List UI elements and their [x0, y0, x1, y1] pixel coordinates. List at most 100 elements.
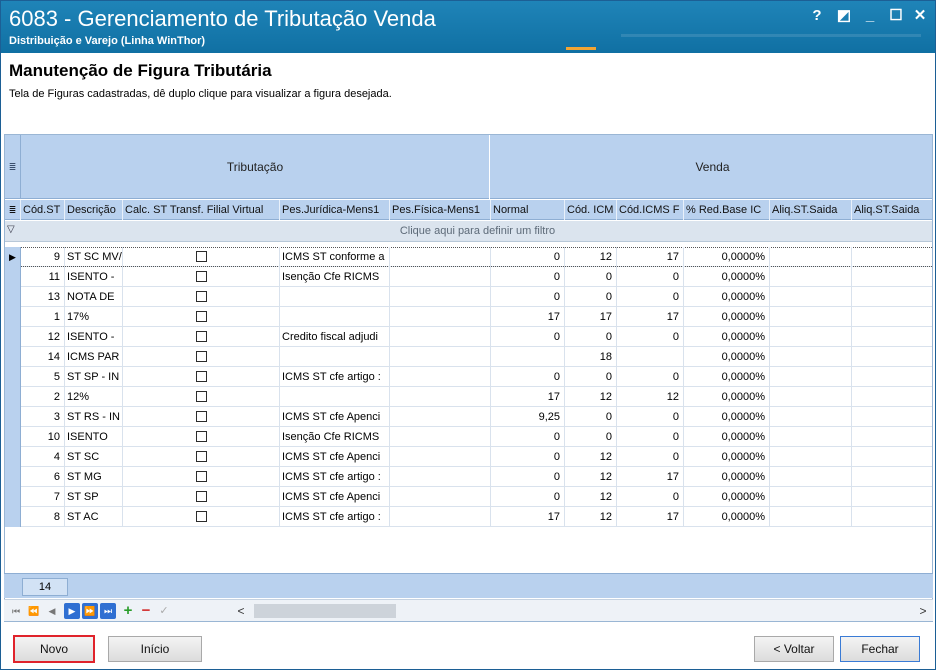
cell-pes-fisica[interactable] — [390, 347, 491, 367]
cell-red-base[interactable]: 0,0000% — [684, 467, 770, 487]
table-row[interactable]: 5 ST SP - IN ICMS ST cfe artigo : 0 0 0 … — [5, 367, 932, 387]
cell-normal[interactable]: 0 — [491, 287, 565, 307]
delete-record-icon[interactable]: − — [138, 603, 154, 619]
previous-page-icon[interactable]: ⏪ — [26, 603, 42, 619]
column-header-pes-juridica[interactable]: Pes.Jurídica-Mens1 — [280, 200, 390, 220]
last-record-icon[interactable]: ⏭ — [100, 603, 116, 619]
cell-cod-icm[interactable]: 12 — [565, 387, 617, 407]
cell-cod-st[interactable]: 5 — [21, 367, 65, 387]
cell-aliq-st-saida-2[interactable] — [852, 267, 932, 287]
cell-descricao[interactable]: ST RS - IN — [65, 407, 123, 427]
cell-pes-fisica[interactable] — [390, 307, 491, 327]
cell-pes-fisica[interactable] — [390, 427, 491, 447]
cell-normal[interactable]: 0 — [491, 327, 565, 347]
cell-aliq-st-saida-2[interactable] — [852, 307, 932, 327]
calc-st-checkbox[interactable] — [195, 251, 207, 262]
row-indicator-icon[interactable]: ▶ — [5, 247, 21, 267]
cell-red-base[interactable]: 0,0000% — [684, 247, 770, 267]
cell-aliq-st-saida-2[interactable] — [852, 327, 932, 347]
cell-normal[interactable]: 9,25 — [491, 407, 565, 427]
calc-st-checkbox[interactable] — [195, 371, 207, 382]
cell-calc-st[interactable] — [123, 327, 280, 347]
cell-cod-icms-f[interactable]: 17 — [617, 507, 684, 527]
cell-aliq-st-saida[interactable] — [770, 427, 852, 447]
cell-aliq-st-saida[interactable] — [770, 467, 852, 487]
cell-red-base[interactable]: 0,0000% — [684, 287, 770, 307]
row-indicator[interactable] — [5, 487, 21, 507]
cell-cod-st[interactable]: 8 — [21, 507, 65, 527]
cell-descricao[interactable]: 12% — [65, 387, 123, 407]
cell-normal[interactable]: 17 — [491, 507, 565, 527]
cell-red-base[interactable]: 0,0000% — [684, 367, 770, 387]
row-indicator[interactable] — [5, 347, 21, 367]
cell-red-base[interactable]: 0,0000% — [684, 507, 770, 527]
cell-pes-fisica[interactable] — [390, 507, 491, 527]
cell-normal[interactable]: 17 — [491, 307, 565, 327]
cell-descricao[interactable]: ST SP - IN — [65, 367, 123, 387]
column-chooser-icon[interactable]: ≣ — [5, 135, 21, 199]
cell-calc-st[interactable] — [123, 427, 280, 447]
cell-calc-st[interactable] — [123, 267, 280, 287]
cell-cod-icm[interactable]: 0 — [565, 427, 617, 447]
cell-pes-fisica[interactable] — [390, 267, 491, 287]
cell-cod-st[interactable]: 7 — [21, 487, 65, 507]
cell-calc-st[interactable] — [123, 447, 280, 467]
cell-cod-icm[interactable]: 0 — [565, 287, 617, 307]
row-indicator[interactable] — [5, 507, 21, 527]
cell-pes-fisica[interactable] — [390, 467, 491, 487]
cell-cod-icm[interactable]: 0 — [565, 267, 617, 287]
calc-st-checkbox[interactable] — [195, 431, 207, 442]
cell-cod-st[interactable]: 3 — [21, 407, 65, 427]
cell-cod-icm[interactable]: 12 — [565, 467, 617, 487]
next-page-icon[interactable]: ⏩ — [82, 603, 98, 619]
calc-st-checkbox[interactable] — [195, 471, 207, 482]
help-icon[interactable]: ? — [806, 7, 828, 25]
cell-pes-juridica[interactable] — [280, 387, 390, 407]
cell-cod-icms-f[interactable]: 0 — [617, 427, 684, 447]
next-record-icon[interactable]: ▶ — [64, 603, 80, 619]
cell-pes-juridica[interactable]: ICMS ST cfe Apenci — [280, 487, 390, 507]
calc-st-checkbox[interactable] — [195, 311, 207, 322]
cell-cod-icm[interactable]: 0 — [565, 367, 617, 387]
row-indicator[interactable] — [5, 267, 21, 287]
column-header-calc-st[interactable]: Calc. ST Transf. Filial Virtual — [123, 200, 280, 220]
horizontal-scrollbar-thumb[interactable] — [254, 604, 396, 618]
inicio-button[interactable]: Início — [108, 636, 202, 662]
cell-aliq-st-saida-2[interactable] — [852, 407, 932, 427]
cell-normal[interactable]: 0 — [491, 267, 565, 287]
cell-descricao[interactable]: ICMS PAR — [65, 347, 123, 367]
row-indicator[interactable] — [5, 367, 21, 387]
cell-aliq-st-saida-2[interactable] — [852, 507, 932, 527]
cell-normal[interactable]: 0 — [491, 447, 565, 467]
cell-cod-st[interactable]: 6 — [21, 467, 65, 487]
cell-cod-icms-f[interactable]: 0 — [617, 267, 684, 287]
cell-cod-icm[interactable]: 18 — [565, 347, 617, 367]
cell-aliq-st-saida[interactable] — [770, 367, 852, 387]
cell-normal[interactable]: 0 — [491, 247, 565, 267]
table-row[interactable]: 12 ISENTO - Credito fiscal adjudi 0 0 0 … — [5, 327, 932, 347]
table-row[interactable]: 7 ST SP ICMS ST cfe Apenci 0 12 0 0,0000… — [5, 487, 932, 507]
cell-cod-icm[interactable]: 12 — [565, 507, 617, 527]
calc-st-checkbox[interactable] — [195, 391, 207, 402]
column-header-aliq-st-saida-2[interactable]: Aliq.ST.Saida — [852, 200, 932, 220]
cell-pes-juridica[interactable] — [280, 307, 390, 327]
cell-cod-icm[interactable]: 12 — [565, 447, 617, 467]
cell-aliq-st-saida[interactable] — [770, 447, 852, 467]
cell-cod-st[interactable]: 2 — [21, 387, 65, 407]
column-header-aliq-st-saida[interactable]: Aliq.ST.Saida — [770, 200, 852, 220]
cell-cod-icm[interactable]: 17 — [565, 307, 617, 327]
cell-cod-st[interactable]: 14 — [21, 347, 65, 367]
calc-st-checkbox[interactable] — [195, 291, 207, 302]
cell-cod-icms-f[interactable] — [617, 347, 684, 367]
cell-cod-icm[interactable]: 0 — [565, 327, 617, 347]
cell-calc-st[interactable] — [123, 467, 280, 487]
cell-normal[interactable]: 0 — [491, 427, 565, 447]
cell-aliq-st-saida-2[interactable] — [852, 467, 932, 487]
column-header-red-base[interactable]: % Red.Base IC — [684, 200, 770, 220]
cell-cod-icm[interactable]: 0 — [565, 407, 617, 427]
cell-aliq-st-saida[interactable] — [770, 287, 852, 307]
figures-grid[interactable]: ≣ Tributação Venda ≣ Cód.ST Descrição Ca… — [4, 134, 933, 622]
cell-aliq-st-saida[interactable] — [770, 407, 852, 427]
table-row[interactable]: 2 12% 17 12 12 0,0000% — [5, 387, 932, 407]
cell-cod-st[interactable]: 13 — [21, 287, 65, 307]
